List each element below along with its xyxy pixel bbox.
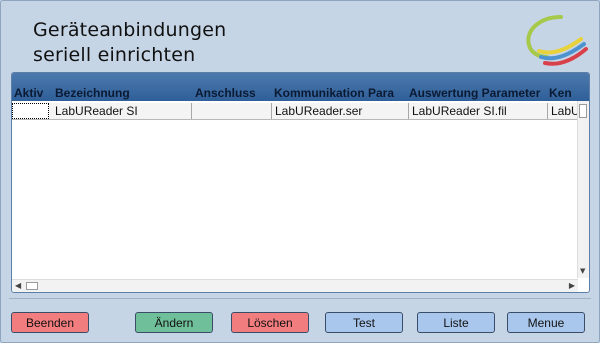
swoosh-logo [526, 15, 588, 66]
test-button[interactable]: Test [325, 312, 403, 333]
column-header-anschluss[interactable]: Anschluss [195, 86, 271, 100]
vertical-scroll-thumb[interactable] [579, 104, 587, 118]
liste-button[interactable]: Liste [417, 312, 495, 333]
column-header-ken[interactable]: Ken [549, 86, 576, 100]
cell-anschluss[interactable] [192, 103, 272, 119]
vertical-scrollbar[interactable]: ▼ [577, 101, 589, 278]
devices-grid[interactable]: Aktiv Bezeichnung Anschluss Kommunikatio… [11, 72, 590, 293]
aendern-button[interactable]: Ändern [135, 312, 213, 333]
column-header-aktiv[interactable]: Aktiv [14, 86, 50, 100]
title-line-1: Geräteanbindungen [33, 19, 227, 41]
cell-ken[interactable]: LabU [548, 103, 577, 119]
cell-kommunikation[interactable]: LabUReader.ser [272, 103, 409, 119]
divider [9, 298, 591, 299]
beenden-button[interactable]: Beenden [11, 312, 89, 333]
column-header-kommunikation[interactable]: Kommunikation Para [274, 86, 407, 100]
scroll-down-arrow-icon[interactable]: ▼ [580, 268, 585, 275]
column-header-auswertung[interactable]: Auswertung Parameter [409, 86, 548, 100]
grid-header: Aktiv Bezeichnung Anschluss Kommunikatio… [12, 73, 589, 101]
menue-button[interactable]: Menue [507, 312, 585, 333]
column-header-bezeichnung[interactable]: Bezeichnung [55, 86, 195, 100]
horizontal-scrollbar[interactable]: ◀ ▶ [12, 279, 578, 292]
scroll-left-arrow-icon[interactable]: ◀ [15, 281, 21, 291]
loeschen-button[interactable]: Löschen [231, 312, 309, 333]
page-title: Geräteanbindungen seriell einrichten [33, 18, 226, 68]
title-line-2: seriell einrichten [33, 44, 196, 66]
cell-bezeichnung[interactable]: LabUReader SI [52, 103, 192, 119]
horizontal-scroll-thumb[interactable] [26, 282, 38, 290]
scroll-right-arrow-icon[interactable]: ▶ [569, 281, 575, 291]
cell-auswertung[interactable]: LabUReader SI.fil [409, 103, 548, 119]
cell-aktiv[interactable] [12, 103, 49, 119]
main-window: Geräteanbindungen seriell einrichten Akt… [0, 0, 600, 343]
table-row[interactable]: LabUReader SI LabUReader.ser LabUReader … [12, 103, 577, 120]
